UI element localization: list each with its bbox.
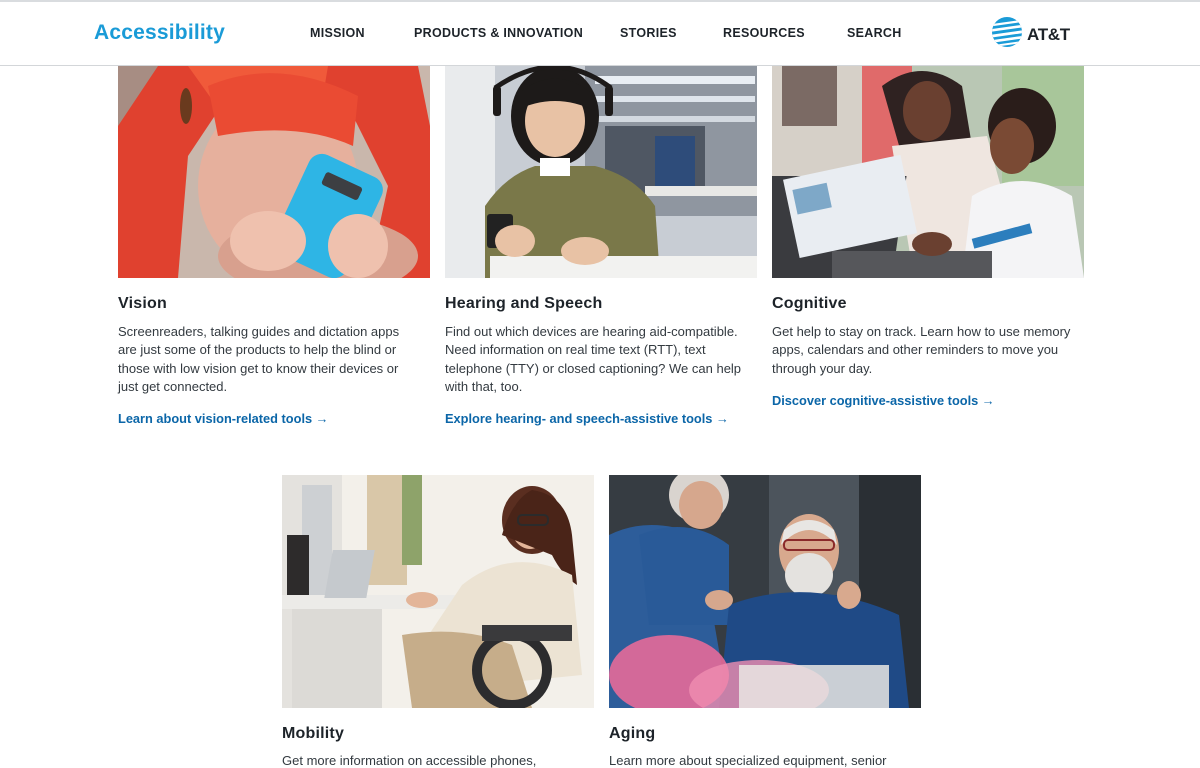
nav-stories[interactable]: STORIES — [620, 26, 677, 40]
att-logo-text: AT&T — [1027, 24, 1070, 44]
card-cognitive: Cognitive Get help to stay on track. Lea… — [772, 66, 1084, 446]
card-description: Learn more about specialized equipment, … — [609, 753, 887, 768]
cognitive-tools-link[interactable]: Discover cognitive-assistive tools → — [772, 393, 995, 408]
card-description: Get help to stay on track. Learn how to … — [772, 324, 1071, 376]
card-aging: Aging Learn more about specialized equip… — [609, 475, 921, 768]
card-title: Mobility — [282, 725, 345, 742]
mobility-photo — [282, 475, 594, 708]
card-hearing-speech: Hearing and Speech Find out which device… — [445, 66, 757, 446]
card-description: Screenreaders, talking guides and dictat… — [118, 324, 400, 394]
nav-products-innovation[interactable]: PRODUCTS & INNOVATION — [414, 26, 583, 40]
att-logo[interactable]: AT&T — [991, 16, 1070, 53]
site-header: Accessibility MISSION PRODUCTS & INNOVAT… — [0, 2, 1200, 66]
card-title: Vision — [118, 295, 167, 312]
vision-photo — [118, 66, 430, 278]
card-mobility: Mobility Get more information on accessi… — [282, 475, 594, 768]
card-title: Hearing and Speech — [445, 295, 603, 312]
brand-link[interactable]: Accessibility — [94, 21, 225, 45]
cognitive-photo — [772, 66, 1084, 278]
globe-icon — [991, 16, 1023, 53]
card-description: Get more information on accessible phone… — [282, 753, 537, 768]
card-title: Cognitive — [772, 295, 847, 312]
card-vision: Vision Screenreaders, talking guides and… — [118, 66, 430, 446]
vision-tools-link[interactable]: Learn about vision-related tools → — [118, 411, 328, 426]
aging-photo — [609, 475, 921, 708]
card-title: Aging — [609, 725, 656, 742]
nav-search[interactable]: SEARCH — [847, 26, 902, 40]
hearing-photo — [445, 66, 757, 278]
nav-resources[interactable]: RESOURCES — [723, 26, 805, 40]
card-description: Find out which devices are hearing aid-c… — [445, 324, 742, 394]
nav-mission[interactable]: MISSION — [310, 26, 365, 40]
hearing-speech-tools-link[interactable]: Explore hearing- and speech-assistive to… — [445, 411, 729, 426]
